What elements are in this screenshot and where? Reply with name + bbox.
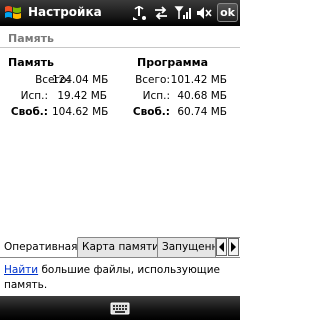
find-large-files-hint: Найти большие файлы, использующие память…: [4, 263, 236, 293]
left-arrow-icon[interactable]: [216, 238, 227, 256]
program-total-value: 101.42 МБ: [170, 74, 227, 86]
tab-storage-card[interactable]: Карта памяти: [78, 238, 158, 257]
program-free-value: 60.74 МБ: [177, 106, 227, 118]
right-arrow-icon[interactable]: [228, 238, 239, 256]
signal-icon[interactable]: [174, 4, 192, 22]
menu-bar: [0, 296, 240, 320]
header-divider: [0, 47, 240, 48]
program-used-label: Исп.:: [142, 90, 170, 102]
tab-ram[interactable]: Оперативная: [0, 237, 78, 257]
program-free-label: Своб.:: [132, 106, 170, 118]
program-total-label: Всего:: [135, 74, 170, 86]
memory-heading: Память: [8, 56, 55, 69]
connectivity-icon[interactable]: [130, 4, 148, 22]
program-heading: Программа: [137, 56, 209, 69]
memory-used-value: 19.42 МБ: [57, 90, 107, 102]
memory-free-label: Своб.:: [10, 106, 48, 118]
memory-used-label: Исп.:: [20, 90, 48, 102]
ok-button[interactable]: ok: [217, 3, 238, 22]
program-used-value: 40.68 МБ: [177, 90, 227, 102]
title-bar: Настройка ok: [0, 0, 240, 26]
page-title: Память: [8, 32, 55, 45]
window-title: Настройка: [28, 5, 102, 19]
tab-strip: Оперативная Карта памяти Запущенные: [0, 237, 240, 258]
memory-total-value: 124.04 МБ: [52, 74, 109, 86]
find-link[interactable]: Найти: [4, 264, 38, 276]
keyboard-icon[interactable]: [108, 298, 132, 318]
tab-running-programs[interactable]: Запущенные: [158, 238, 216, 257]
memory-free-value: 104.62 МБ: [52, 106, 109, 118]
tabs-divider: [0, 257, 240, 258]
windows-start-icon[interactable]: [3, 4, 23, 22]
sync-icon[interactable]: [152, 4, 170, 22]
volume-icon[interactable]: [195, 4, 213, 22]
